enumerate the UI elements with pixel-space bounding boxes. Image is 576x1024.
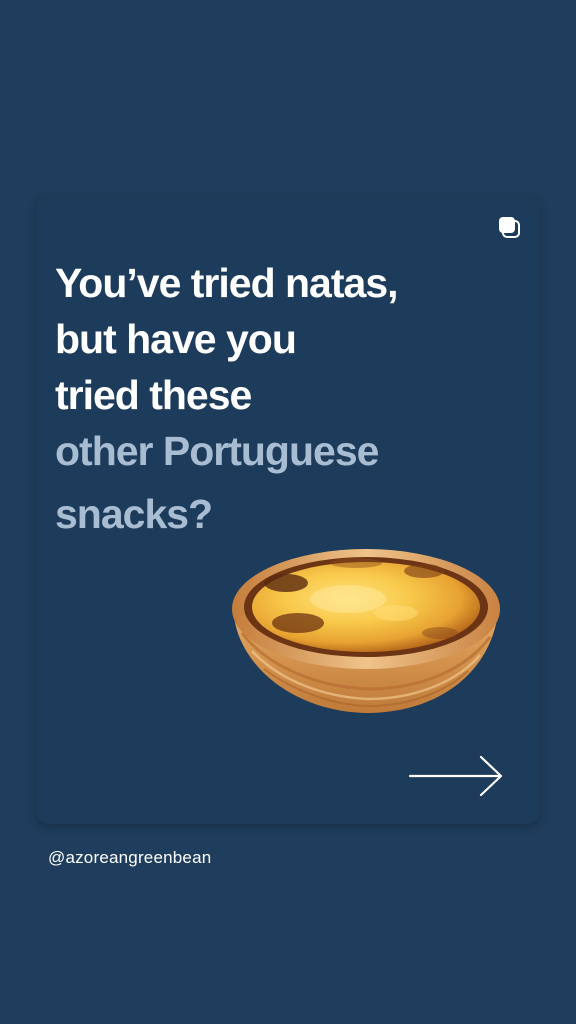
headline-line: tried these (55, 372, 252, 418)
headline: You’ve tried natas, but have you tried t… (55, 255, 495, 542)
headline-accent-line: snacks? (55, 491, 213, 537)
headline-accent-line: other Portuguese (55, 428, 379, 474)
carousel-icon (499, 217, 520, 238)
account-handle[interactable]: @azoreangreenbean (48, 848, 211, 868)
headline-line: You’ve tried natas, (55, 260, 399, 306)
right-arrow-icon[interactable] (407, 754, 505, 798)
post-card[interactable]: You’ve tried natas, but have you tried t… (36, 197, 540, 824)
headline-line: but have you (55, 316, 297, 362)
pastel-de-nata-photo (232, 549, 500, 713)
story-screen: You’ve tried natas, but have you tried t… (0, 0, 576, 1024)
